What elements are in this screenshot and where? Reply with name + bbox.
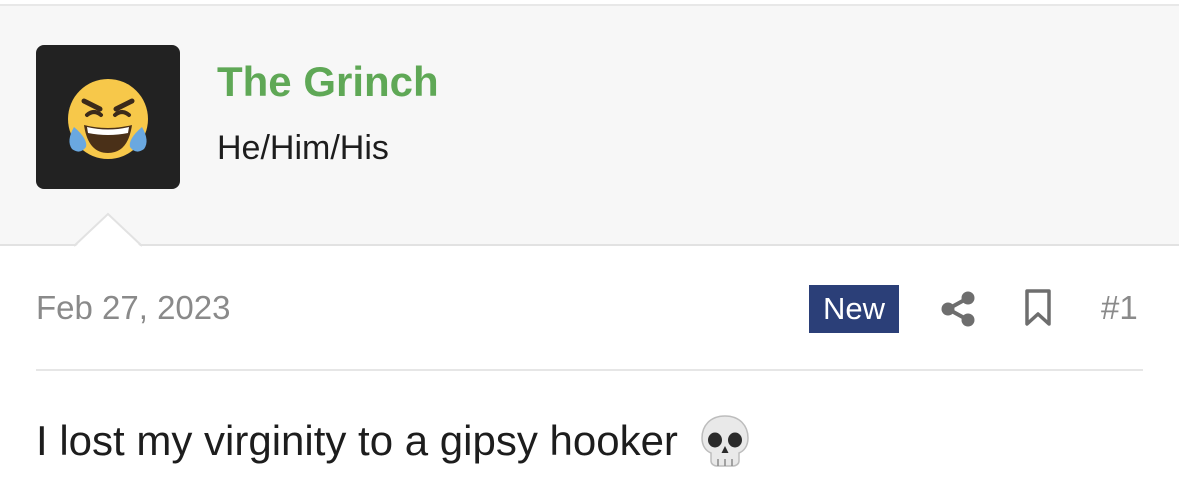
post-message: I lost my virginity to a gipsy hooker	[36, 414, 752, 469]
post-number-link[interactable]: #1	[1101, 286, 1138, 330]
forum-post: The Grinch He/Him/His Feb 27, 2023 New #…	[0, 0, 1179, 492]
skull-icon	[700, 415, 749, 467]
new-badge: New	[809, 285, 899, 333]
user-header: The Grinch He/Him/His	[0, 4, 1179, 246]
user-title: He/Him/His	[217, 129, 389, 167]
post-date[interactable]: Feb 27, 2023	[36, 286, 231, 330]
header-pointer	[74, 212, 142, 248]
bookmark-icon[interactable]	[1024, 289, 1052, 327]
username-link[interactable]: The Grinch	[217, 56, 439, 108]
divider	[36, 369, 1143, 371]
share-icon[interactable]	[940, 290, 976, 328]
avatar[interactable]	[36, 45, 180, 189]
post-message-text: I lost my virginity to a gipsy hooker	[36, 417, 678, 464]
laughing-crying-emoji-icon	[68, 79, 148, 159]
